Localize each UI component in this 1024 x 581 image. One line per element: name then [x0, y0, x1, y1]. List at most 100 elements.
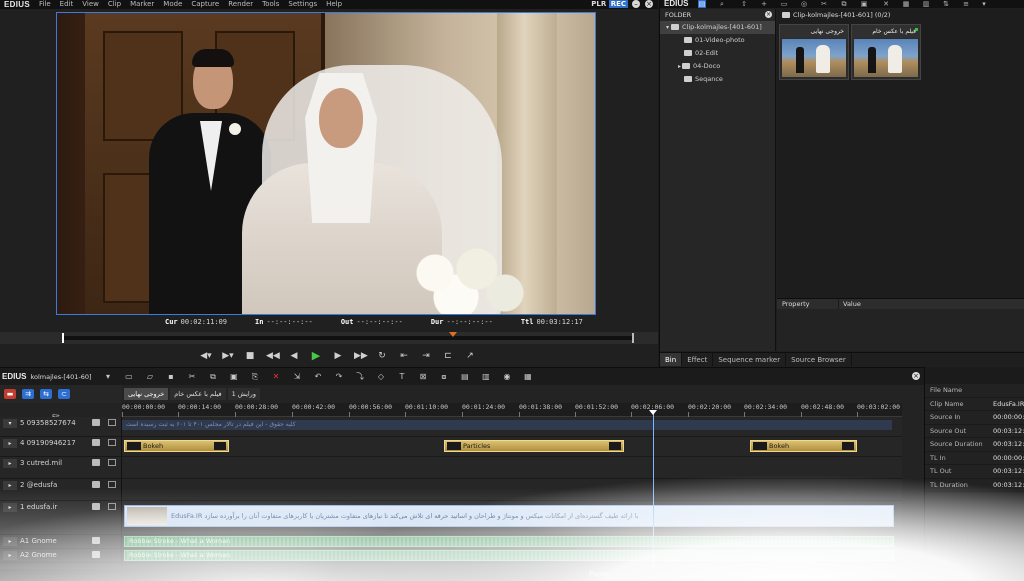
- scrub-track[interactable]: [62, 336, 634, 340]
- top-text-strip[interactable]: کلیه حقوق - این فیلم در تالار مجلس ۴۰۱ ت…: [122, 420, 892, 430]
- track-toggle[interactable]: ▾: [3, 419, 17, 428]
- track-toggle[interactable]: ▸: [3, 537, 17, 546]
- export-icon[interactable]: ⧇: [438, 371, 449, 382]
- paste-icon[interactable]: ▣: [228, 371, 239, 382]
- insert-mode-icon[interactable]: ⇉: [22, 389, 34, 399]
- track-visibility-icon[interactable]: [92, 481, 100, 488]
- track-header-5[interactable]: ▾ 5 09358527674: [0, 417, 122, 437]
- set-out-icon[interactable]: ▶▾: [222, 350, 234, 362]
- tab-sequence-final[interactable]: خروجی نهایی: [124, 388, 169, 400]
- folder-item-edit[interactable]: 02-Edit: [660, 47, 775, 60]
- video-preview[interactable]: [56, 12, 596, 315]
- menu-help[interactable]: Help: [326, 0, 342, 9]
- tab-sequence-marker[interactable]: Sequence marker: [713, 353, 787, 366]
- new-folder-icon[interactable]: +: [760, 0, 768, 8]
- new-project-icon[interactable]: ▭: [123, 371, 134, 382]
- menu-marker[interactable]: Marker: [130, 0, 154, 9]
- track-mute-icon[interactable]: [92, 537, 100, 544]
- track-lane-2[interactable]: [122, 479, 902, 501]
- track-visibility-icon[interactable]: [92, 419, 100, 426]
- step-forward-icon[interactable]: ▶: [332, 350, 344, 362]
- folder-item-root[interactable]: ▾ Clip-kolmajles-[401-601]: [660, 21, 775, 34]
- menu-settings[interactable]: Settings: [288, 0, 317, 9]
- tab-source-browser[interactable]: Source Browser: [786, 353, 852, 366]
- track-header-4[interactable]: ▸ 4 09190946217: [0, 437, 122, 457]
- track-lock-icon[interactable]: [108, 503, 116, 510]
- track-toggle[interactable]: ▸: [3, 551, 17, 560]
- export-icon[interactable]: ↗: [464, 350, 476, 362]
- track-lane-3[interactable]: [122, 457, 902, 479]
- tab-bin[interactable]: Bin: [660, 353, 683, 366]
- audio-icon[interactable]: ◉: [501, 371, 512, 382]
- play-icon[interactable]: ▶: [310, 350, 322, 362]
- open-icon[interactable]: ▭: [780, 0, 788, 8]
- track-header-a2[interactable]: ▸ A2 Gnome: [0, 549, 122, 563]
- timeline-playhead[interactable]: [653, 411, 654, 581]
- ripple-mode-icon[interactable]: ⇆: [40, 389, 52, 399]
- folder-view-icon[interactable]: ▤: [698, 0, 706, 8]
- redo-icon[interactable]: ↷: [333, 371, 344, 382]
- track-visibility-icon[interactable]: [92, 439, 100, 446]
- prev-edit-icon[interactable]: ⇤: [398, 350, 410, 362]
- expand-arrow-icon[interactable]: ▾: [666, 24, 669, 31]
- timeline-ruler[interactable]: 00:00:00:00 00:00:14:00 00:00:28:00 00:0…: [122, 403, 902, 417]
- track-lane-1[interactable]: EdusFa.IR با ارائه طیف گسترده‌ای از امکا…: [122, 501, 902, 535]
- timeline-close-icon[interactable]: ×: [912, 372, 920, 380]
- scrub-out-handle[interactable]: [632, 333, 634, 343]
- delete-icon[interactable]: ✕: [882, 0, 890, 8]
- transition-icon[interactable]: ◇: [375, 371, 386, 382]
- stop-icon[interactable]: ■: [244, 350, 256, 362]
- track-toggle[interactable]: ▸: [3, 503, 17, 512]
- track-header-3[interactable]: ▸ 3 cutred.mil: [0, 457, 122, 479]
- audio-clip[interactable]: Robbie Stroke - What a Woman: [124, 536, 894, 547]
- track-toggle[interactable]: ▸: [3, 481, 17, 490]
- clip-particles[interactable]: Particles: [444, 440, 624, 452]
- copy-icon[interactable]: ⧉: [840, 0, 848, 8]
- property-column[interactable]: Property: [777, 299, 839, 309]
- mixer-icon[interactable]: ▥: [480, 371, 491, 382]
- folder-item-video-photo[interactable]: 01-Video-photo: [660, 34, 775, 47]
- rewind-icon[interactable]: ◀◀: [266, 350, 280, 362]
- track-visibility-icon[interactable]: [92, 503, 100, 510]
- title-icon[interactable]: T: [396, 371, 407, 382]
- menu-capture[interactable]: Capture: [191, 0, 219, 9]
- plr-label[interactable]: PLR: [591, 0, 606, 8]
- properties-icon[interactable]: ▦: [902, 0, 910, 8]
- set-in-icon[interactable]: ◀▾: [200, 350, 212, 362]
- track-header-1[interactable]: ▸ 1 edusfa.ir: [0, 501, 122, 535]
- loop-icon[interactable]: ↻: [376, 350, 388, 362]
- minimize-icon[interactable]: –: [632, 0, 640, 8]
- settings-icon[interactable]: ▦: [522, 371, 533, 382]
- search-icon[interactable]: ⌕: [718, 0, 726, 8]
- folder-item-seqance[interactable]: Seqance: [660, 73, 775, 86]
- track-lock-icon[interactable]: [108, 419, 116, 426]
- folder-close-icon[interactable]: ×: [765, 11, 772, 18]
- cut-icon[interactable]: ✂: [186, 371, 197, 382]
- scrub-in-handle[interactable]: [62, 333, 64, 343]
- group-mode-icon[interactable]: ⊂: [58, 389, 70, 399]
- track-lock-icon[interactable]: [108, 459, 116, 466]
- save-icon[interactable]: ▪: [165, 371, 176, 382]
- track-lane-a1[interactable]: Robbie Stroke - What a Woman: [122, 535, 902, 549]
- menu-view[interactable]: View: [82, 0, 99, 9]
- replace-icon[interactable]: ⎘: [249, 371, 260, 382]
- sequence-thumbnail[interactable]: فیلم با عکس خام: [851, 24, 921, 80]
- track-lane-4[interactable]: Bokeh Particles Bokeh: [122, 437, 902, 457]
- clip-bokeh[interactable]: Bokeh: [750, 440, 857, 452]
- step-back-icon[interactable]: ◀: [288, 350, 300, 362]
- render-icon[interactable]: ⊠: [417, 371, 428, 382]
- menu-render[interactable]: Render: [228, 0, 253, 9]
- audio-clip[interactable]: Robbie Stroke - What a Woman: [124, 550, 894, 561]
- tab-sequence-edit1[interactable]: ورایش 1: [227, 388, 260, 400]
- capture-icon[interactable]: ◎: [800, 0, 808, 8]
- player-scrubber[interactable]: [0, 332, 658, 344]
- sort-icon[interactable]: ⇅: [942, 0, 950, 8]
- menu-file[interactable]: File: [39, 0, 51, 9]
- rec-label[interactable]: REC: [608, 0, 628, 8]
- sync-lock-icon[interactable]: ▬: [4, 389, 16, 399]
- track-toggle[interactable]: ▸: [3, 459, 17, 468]
- track-header-2[interactable]: ▸ 2 @edusfa: [0, 479, 122, 501]
- paste-icon[interactable]: ▣: [860, 0, 868, 8]
- track-lock-icon[interactable]: [108, 439, 116, 446]
- fast-forward-icon[interactable]: ▶▶: [354, 350, 368, 362]
